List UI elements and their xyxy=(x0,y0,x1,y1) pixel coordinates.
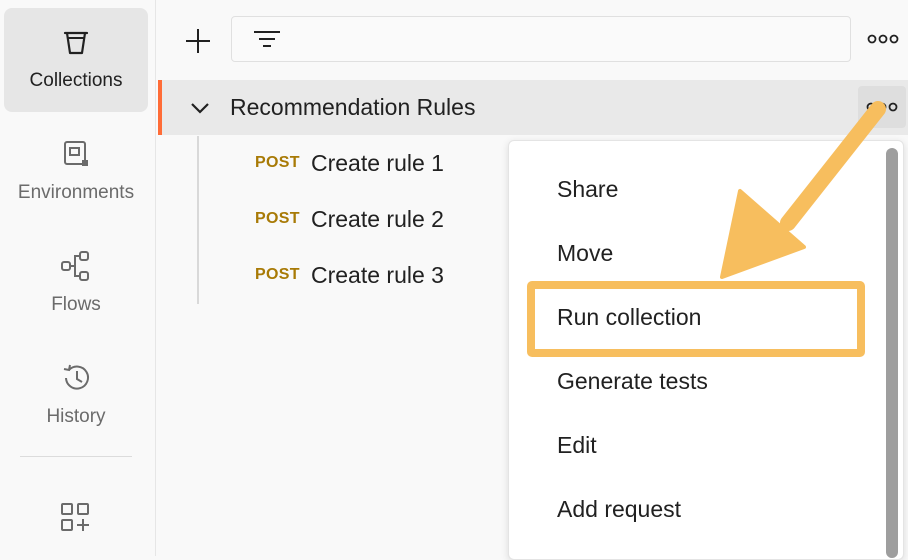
sidebar-item-history[interactable]: History xyxy=(4,344,148,448)
sidebar-item-label: History xyxy=(46,406,106,427)
menu-item-share[interactable]: Share xyxy=(557,176,618,203)
plus-icon[interactable] xyxy=(181,24,215,58)
method-badge: POST xyxy=(255,210,300,227)
collections-toolbar xyxy=(157,0,908,80)
sidebar-item-collections[interactable]: Collections xyxy=(4,8,148,112)
sidebar-item-label: Environments xyxy=(17,182,135,203)
annotation-arrow-icon xyxy=(720,101,886,279)
collections-icon xyxy=(63,31,89,55)
collection-name: Recommendation Rules xyxy=(230,94,476,120)
sidebar-divider xyxy=(20,456,132,457)
flows-icon xyxy=(61,251,89,281)
method-badge: POST xyxy=(255,266,300,283)
menu-item-add-request[interactable]: Add request xyxy=(557,496,681,523)
request-name: Create rule 2 xyxy=(311,206,444,232)
request-name: Create rule 1 xyxy=(311,150,444,176)
apps-add-icon[interactable] xyxy=(58,500,94,536)
method-badge: POST xyxy=(255,154,300,171)
sidebar-item-flows[interactable]: Flows xyxy=(4,232,148,336)
tree-guide-line xyxy=(197,136,199,304)
sidebar: Collections Environments Flows History xyxy=(0,0,156,556)
more-horizontal-icon[interactable] xyxy=(867,30,899,48)
sidebar-item-label: Collections xyxy=(29,70,123,91)
sidebar-item-environments[interactable]: Environments xyxy=(4,120,148,224)
chevron-down-icon[interactable] xyxy=(188,97,212,119)
menu-item-edit[interactable]: Edit xyxy=(557,432,597,459)
search-input[interactable] xyxy=(231,16,851,62)
environment-icon xyxy=(64,141,88,166)
filter-icon xyxy=(254,31,280,47)
history-icon xyxy=(63,364,89,390)
request-name: Create rule 3 xyxy=(311,262,444,288)
menu-item-generate-tests[interactable]: Generate tests xyxy=(557,368,708,395)
sidebar-item-label: Flows xyxy=(51,294,101,315)
menu-item-move[interactable]: Move xyxy=(557,240,613,267)
